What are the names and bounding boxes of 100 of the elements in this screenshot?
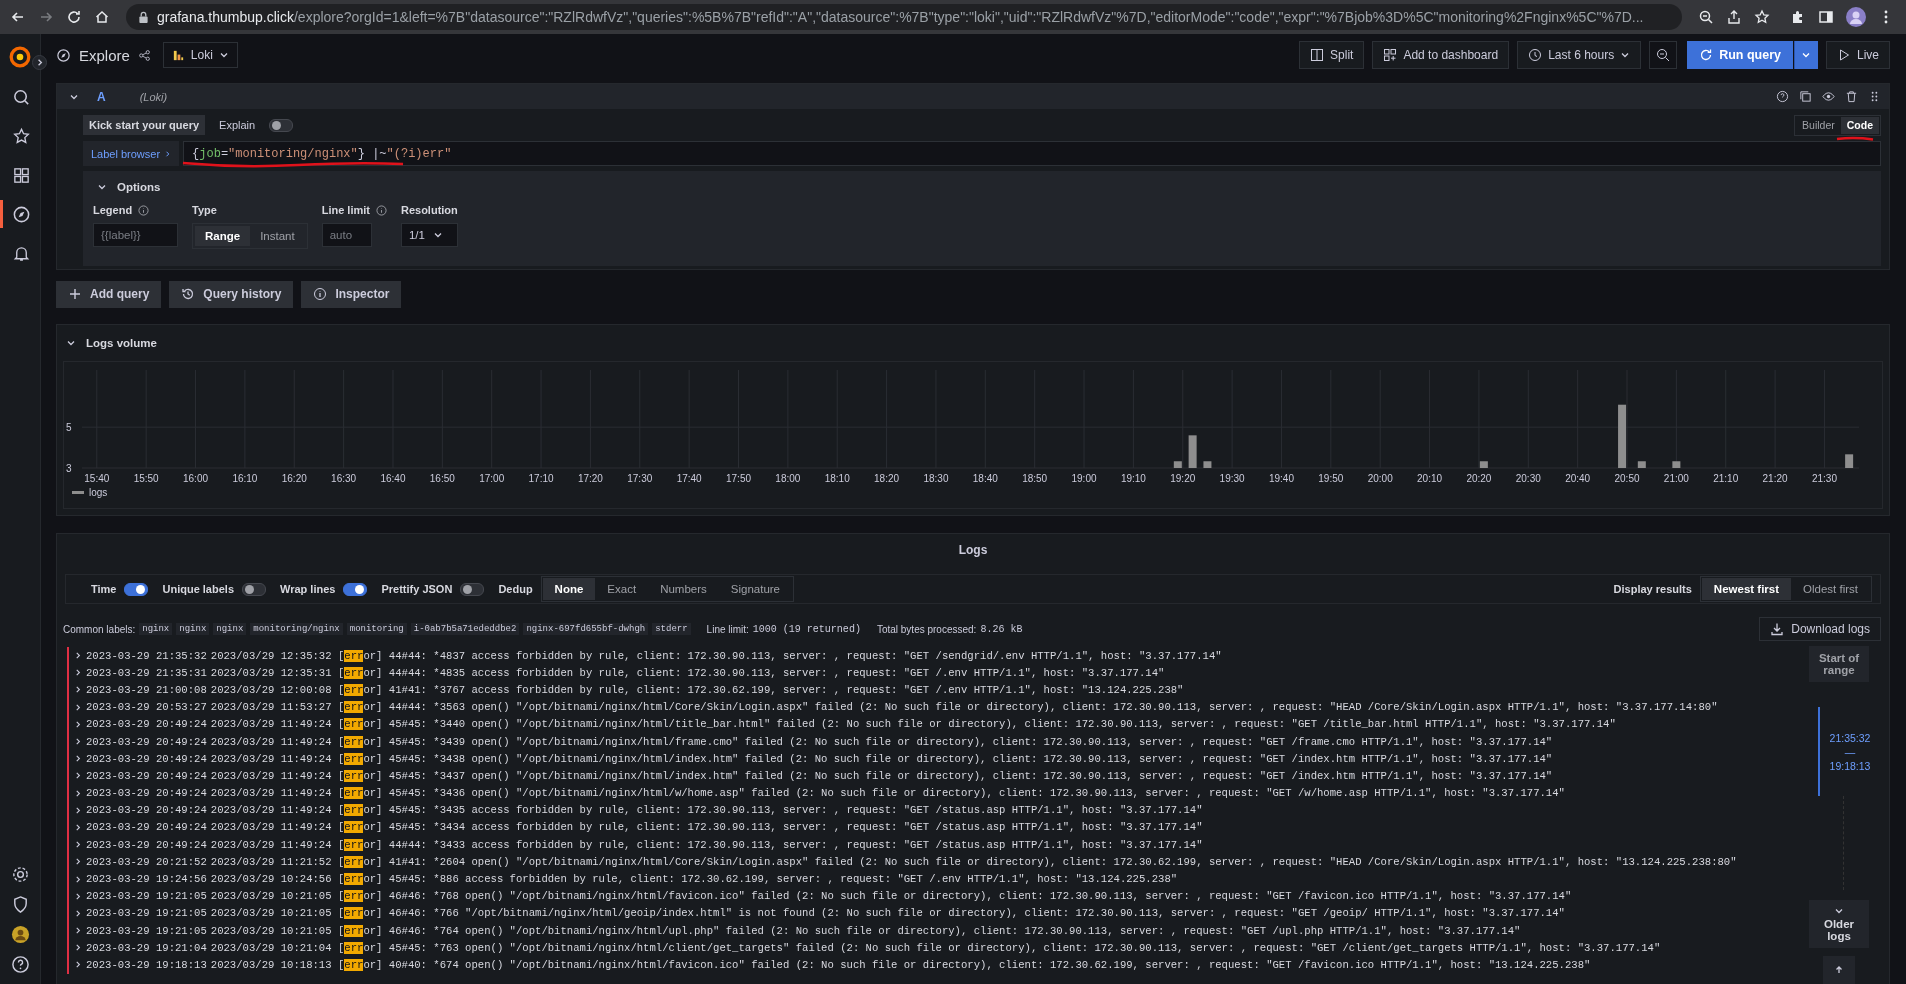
bar-chart-icon xyxy=(171,48,185,62)
x-tick-label: 17:10 xyxy=(528,473,554,484)
reload-icon[interactable] xyxy=(66,9,82,25)
avatar-icon[interactable] xyxy=(1846,7,1866,27)
toggle-switch[interactable] xyxy=(460,582,485,596)
bytes-processed-label: Total bytes processed: xyxy=(876,623,977,635)
info-icon[interactable] xyxy=(138,204,150,216)
query-history-button[interactable]: Query history xyxy=(169,280,294,308)
refresh-icon xyxy=(1699,48,1714,62)
log-message: 2023/03/29 11:49:24 [error] 45#45: *3440 open() "/opt/bitnami/nginx/html/title_bar.html" failed (2: No such file or directory), client: 172.30.90.113, server: , request: "GET /title_bar.html HTTP/1.1", host: "3.37.177.14" xyxy=(210,718,1616,731)
x-tick-label: 19:40 xyxy=(1268,473,1294,484)
grafana-logo-icon[interactable] xyxy=(9,46,31,68)
help-icon[interactable] xyxy=(10,955,30,974)
toggle-switch[interactable] xyxy=(124,582,149,596)
resolution-label: Resolution xyxy=(400,204,458,216)
x-tick-label: 18:40 xyxy=(972,473,998,484)
grid-icon xyxy=(12,165,31,185)
zoom-out-button[interactable] xyxy=(1649,41,1678,69)
x-tick-label: 19:20 xyxy=(1170,473,1196,484)
download-logs-button[interactable]: Download logs xyxy=(1759,617,1881,641)
sort-order-option[interactable]: Newest first xyxy=(1701,578,1792,600)
compass-icon xyxy=(56,47,71,63)
volume-bar xyxy=(1637,461,1646,468)
log-timestamp: 2023-03-29 19:18:13 xyxy=(86,958,207,971)
copy-icon[interactable] xyxy=(1799,90,1812,103)
user-avatar-icon[interactable] xyxy=(10,925,30,944)
toggle-switch[interactable] xyxy=(343,582,368,596)
eye-icon[interactable] xyxy=(1822,90,1835,103)
dedup-option[interactable]: Signature xyxy=(718,578,792,600)
legend-field[interactable]: {{label}} xyxy=(93,223,178,247)
sort-order-option[interactable]: Oldest first xyxy=(1791,578,1870,600)
info-icon[interactable] xyxy=(375,204,387,216)
start-of-range-button[interactable]: Start of range xyxy=(1809,646,1869,682)
x-tick-label: 20:20 xyxy=(1466,473,1492,484)
lock-icon[interactable] xyxy=(138,10,149,24)
label-chip: i-0ab7b5a71ededdbe2 xyxy=(410,623,520,635)
log-message: 2023/03/29 11:49:24 [error] 44#44: *3433 access forbidden by rule, client: 172.30.90.113, server: , request: "GET /status.asp HTTP/1.1", host: "3.37.177.14" xyxy=(210,838,1203,851)
x-tick-label: 18:50 xyxy=(1022,473,1048,484)
x-tick-label: 21:10 xyxy=(1713,473,1739,484)
type-option[interactable]: Range xyxy=(195,226,251,246)
dedup-option[interactable]: None xyxy=(542,578,596,600)
older-logs-button[interactable]: Older logs xyxy=(1809,900,1869,949)
query-ref[interactable]: A xyxy=(97,89,106,104)
expand-sidebar-icon[interactable] xyxy=(32,55,47,70)
x-tick-label: 16:50 xyxy=(429,473,455,484)
kick-start-button[interactable]: Kick start your query xyxy=(83,115,206,135)
trash-icon[interactable] xyxy=(1845,90,1858,103)
explain-toggle[interactable] xyxy=(269,118,294,132)
bytes-processed-value: 8.26 kB xyxy=(980,623,1023,635)
x-tick-label: 15:40 xyxy=(84,473,110,484)
add-query-button[interactable]: Add query xyxy=(56,280,162,308)
editor-mode-tab[interactable]: Builder xyxy=(1796,116,1841,134)
scroll-to-top-button[interactable] xyxy=(1823,956,1855,984)
home-icon[interactable] xyxy=(94,9,110,25)
search-icon xyxy=(12,87,31,107)
log-timestamp: 2023-03-29 21:00:08 xyxy=(86,683,207,696)
common-labels-label: Common labels: xyxy=(63,623,136,635)
clock-icon xyxy=(1528,48,1543,62)
sidebar-icon[interactable] xyxy=(1818,9,1834,25)
collapse-icon[interactable] xyxy=(66,338,76,348)
share-icon[interactable] xyxy=(1726,9,1742,25)
zoom-icon[interactable] xyxy=(1698,9,1714,25)
live-button[interactable]: Live xyxy=(1826,41,1890,69)
editor-mode-tab[interactable]: Code xyxy=(1840,116,1879,134)
caret-icon xyxy=(1801,50,1812,60)
line-limit-field[interactable]: auto xyxy=(321,223,372,247)
x-tick-label: 19:10 xyxy=(1120,473,1146,484)
log-timestamp: 2023-03-29 20:49:24 xyxy=(86,821,207,834)
dedup-option[interactable]: Numbers xyxy=(648,578,719,600)
split-icon xyxy=(1310,48,1325,62)
help-icon[interactable] xyxy=(1776,90,1789,103)
settings-icon[interactable] xyxy=(10,865,30,884)
share-icon[interactable] xyxy=(137,48,151,62)
resolution-select[interactable]: 1/1 xyxy=(400,223,458,247)
collapse-icon[interactable] xyxy=(97,182,107,192)
query-editor[interactable]: {job="monitoring/nginx"} |~"(?i)err" xyxy=(183,141,1881,166)
chevron-icon xyxy=(165,149,172,158)
toggle-label: Prettify JSON xyxy=(381,583,453,595)
x-tick-label: 18:10 xyxy=(824,473,850,484)
address-bar[interactable]: grafana.thumbup.click/explore?orgId=1&left=%7B"datasource":"RZlRdwfVz","queries":%5B%7B"refId":"A","datasource":%7B"type":"loki","uid":"RZlRdwfVz"%7D,"editorMode":"code","expr":"%7Bjob%3D%5C"monitoring%2Fnginx%5C"%7D... xyxy=(126,4,1682,30)
range-start-time: 21:35:32 xyxy=(1829,731,1871,744)
run-query-button[interactable]: Run query xyxy=(1687,41,1793,69)
log-message: 2023/03/29 10:18:13 [error] 40#40: *674 open() "/opt/bitnami/nginx/html/favicon.ico" failed (2: No such file or directory), client: 172.30.62.199, server: , request: "GET /favicon.ico HTTP/1.1", host: "13.124.225.238" xyxy=(210,958,1591,971)
legend-label[interactable]: logs xyxy=(89,487,108,498)
time-range-picker[interactable]: Last 6 hours xyxy=(1517,41,1642,69)
x-tick-label: 18:20 xyxy=(874,473,900,484)
log-timestamp: 2023-03-29 20:49:24 xyxy=(86,804,207,817)
add-to-dashboard-button[interactable]: Add to dashboard xyxy=(1372,41,1510,69)
dedup-option[interactable]: Exact xyxy=(595,578,649,600)
x-tick-label: 17:20 xyxy=(577,473,603,484)
y-tick-label: 5 xyxy=(66,422,72,434)
split-button[interactable]: Split xyxy=(1299,41,1365,69)
datasource-picker[interactable]: Loki xyxy=(162,42,238,68)
play-icon xyxy=(1837,48,1851,62)
label-browser-button[interactable]: Label browser xyxy=(83,141,180,166)
type-option[interactable]: Instant xyxy=(250,226,305,246)
star-icon[interactable] xyxy=(1754,9,1770,25)
toggle-switch[interactable] xyxy=(242,582,266,596)
inspector-button[interactable]: Inspector xyxy=(301,280,402,308)
log-timestamp: 2023-03-29 20:53:27 xyxy=(86,701,207,714)
